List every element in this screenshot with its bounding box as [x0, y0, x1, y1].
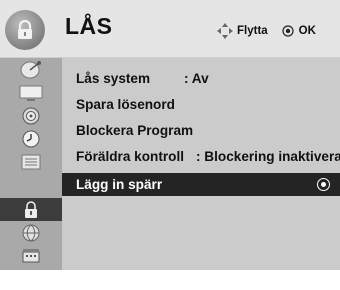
sidebar-item-channels[interactable]	[0, 58, 62, 81]
sidebar-item-usb[interactable]	[0, 244, 62, 267]
page-title: LÅS	[65, 13, 113, 39]
menu-item-value: : Av	[184, 71, 209, 86]
tv-picture-icon	[19, 85, 43, 101]
sidebar-item-picture[interactable]	[0, 81, 62, 104]
menu-item-set-password[interactable]: Spara lösenord	[62, 93, 340, 116]
sidebar-item-settings[interactable]	[0, 150, 62, 173]
lock-icon	[25, 200, 37, 218]
sidebar-item-option[interactable]	[0, 221, 62, 244]
ok-hint-label: OK	[298, 25, 316, 37]
menu-item-value: : Blockering inaktiverad	[196, 149, 340, 164]
menu-item-lock-system[interactable]: Lås system : Av	[62, 67, 340, 90]
menu-item-label: Blockera Program	[76, 123, 194, 138]
move-hint-label: Flytta	[237, 25, 268, 37]
menu-item-label: Föräldra kontroll	[76, 149, 185, 164]
lock-menu-window: LÅS Flytta OK Lås system: Av Spara löse…	[0, 0, 340, 270]
satellite-dish-icon	[20, 60, 41, 78]
selected-radio-icon	[317, 178, 330, 191]
menu-item-input-block[interactable]: Lägg in spärr	[62, 173, 340, 196]
menu-header: LÅS Flytta OK	[0, 0, 340, 58]
ok-button-icon	[282, 25, 294, 37]
menu-item-label: Lägg in spärr	[76, 177, 163, 192]
sidebar-item-lock[interactable]	[0, 198, 62, 221]
navigation-hint: Flytta OK	[216, 22, 316, 40]
menu-item-label: Spara lösenord	[76, 97, 175, 112]
lock-icon	[5, 10, 45, 50]
clock-icon	[22, 130, 40, 147]
usb-icon	[22, 249, 40, 262]
menu-item-block-program[interactable]: Blockera Program	[62, 119, 340, 142]
menu-item-parental-control[interactable]: Föräldra kontroll : Blockering inaktiver…	[62, 145, 340, 168]
settings-icon	[21, 154, 41, 169]
sidebar-item-audio[interactable]	[0, 104, 62, 127]
lock-settings-menu: Lås system : Av Spara lösenord Blockera …	[62, 58, 340, 270]
move-arrows-icon	[217, 23, 233, 39]
globe-icon	[22, 224, 40, 241]
sidebar-item-time[interactable]	[0, 127, 62, 150]
category-sidebar	[0, 58, 62, 270]
speaker-icon	[22, 107, 40, 124]
menu-item-label: Lås system	[76, 71, 151, 86]
